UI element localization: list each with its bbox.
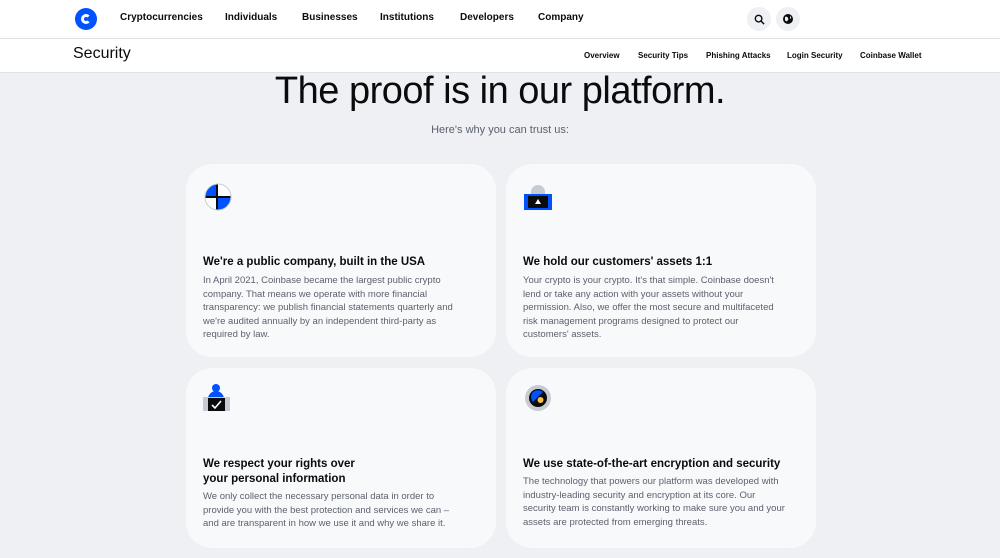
body-line: The technology that powers our platform …	[523, 476, 779, 487]
card-public-company: We're a public company, built in the USA…	[186, 164, 496, 357]
nav-individuals[interactable]: Individuals	[225, 12, 277, 23]
body-line: customers' assets.	[523, 329, 602, 340]
card-title: We're a public company, built in the USA	[203, 256, 426, 268]
globe-flag-icon	[204, 183, 232, 211]
nav-developers[interactable]: Developers	[460, 12, 514, 23]
card-title: We use state-of-the-art encryption and s…	[523, 458, 781, 470]
body-line: assets are protected from emerging threa…	[523, 516, 708, 528]
card-title: We hold our customers' assets 1:1	[523, 256, 713, 268]
card-title-line: your personal information	[203, 473, 346, 485]
card-title: We respect your rights over your persona…	[203, 457, 483, 487]
safe-lock-icon	[524, 185, 552, 210]
nav-cryptocurrencies[interactable]: Cryptocurrencies	[120, 12, 203, 23]
nav-institutions[interactable]: Institutions	[380, 12, 434, 23]
body-line: provide you with the best protection and…	[203, 504, 450, 516]
hero-title: The proof is in our platform.	[274, 70, 726, 112]
card-body: In April 2021, Coinbase became the large…	[203, 274, 478, 342]
body-line: company. That means we operate with more…	[203, 288, 428, 300]
subnav-login-security[interactable]: Login Security	[787, 51, 843, 60]
nav-company[interactable]: Company	[538, 12, 584, 23]
subnav-security-tips[interactable]: Security Tips	[638, 51, 688, 60]
subnav-phishing-attacks[interactable]: Phishing Attacks	[706, 51, 771, 60]
body-line: We only collect the necessary personal d…	[203, 491, 435, 502]
body-line: industry-leading security and encryption…	[523, 489, 756, 501]
body-line: In April 2021, Coinbase became the large…	[203, 275, 441, 286]
top-navigation: Cryptocurrencies Individuals Businesses …	[0, 0, 1000, 39]
body-line: we're audited annually by an independent…	[203, 315, 437, 327]
card-title-line: We respect your rights over	[203, 458, 355, 470]
body-line: risk management programs designed to pro…	[523, 315, 739, 327]
body-line: permission. Also, we offer the most secu…	[523, 302, 774, 313]
card-body: The technology that powers our platform …	[523, 475, 798, 529]
card-encryption-security: We use state-of-the-art encryption and s…	[506, 368, 816, 548]
hero-subtitle: Here's why you can trust us:	[431, 124, 569, 136]
page-title: Security	[73, 45, 131, 62]
coinbase-logo-icon[interactable]	[75, 8, 97, 30]
nav-businesses[interactable]: Businesses	[302, 12, 358, 23]
search-button[interactable]	[747, 7, 771, 31]
globe-icon	[783, 14, 793, 24]
body-line: lend or take any action with your assets…	[523, 288, 744, 300]
card-body: Your crypto is your crypto. It's that si…	[523, 274, 798, 342]
encryption-key-icon	[525, 385, 551, 411]
user-check-icon	[203, 384, 230, 411]
search-icon	[754, 14, 765, 25]
body-line: required by law.	[203, 329, 270, 340]
body-line: security team is constantly working to m…	[523, 503, 785, 514]
body-line: and are transparent in how we use it and…	[203, 518, 446, 529]
subnav-coinbase-wallet[interactable]: Coinbase Wallet	[860, 51, 922, 60]
card-body: We only collect the necessary personal d…	[203, 490, 478, 531]
card-customer-assets: We hold our customers' assets 1:1 Your c…	[506, 164, 816, 357]
card-personal-information: We respect your rights over your persona…	[186, 368, 496, 548]
subnav-overview[interactable]: Overview	[584, 51, 620, 60]
body-line: transparency: we publish financial state…	[203, 302, 453, 313]
security-subnav: Security Overview Security Tips Phishing…	[0, 39, 1000, 73]
body-line: Your crypto is your crypto. It's that si…	[523, 275, 774, 286]
language-button[interactable]	[776, 7, 800, 31]
